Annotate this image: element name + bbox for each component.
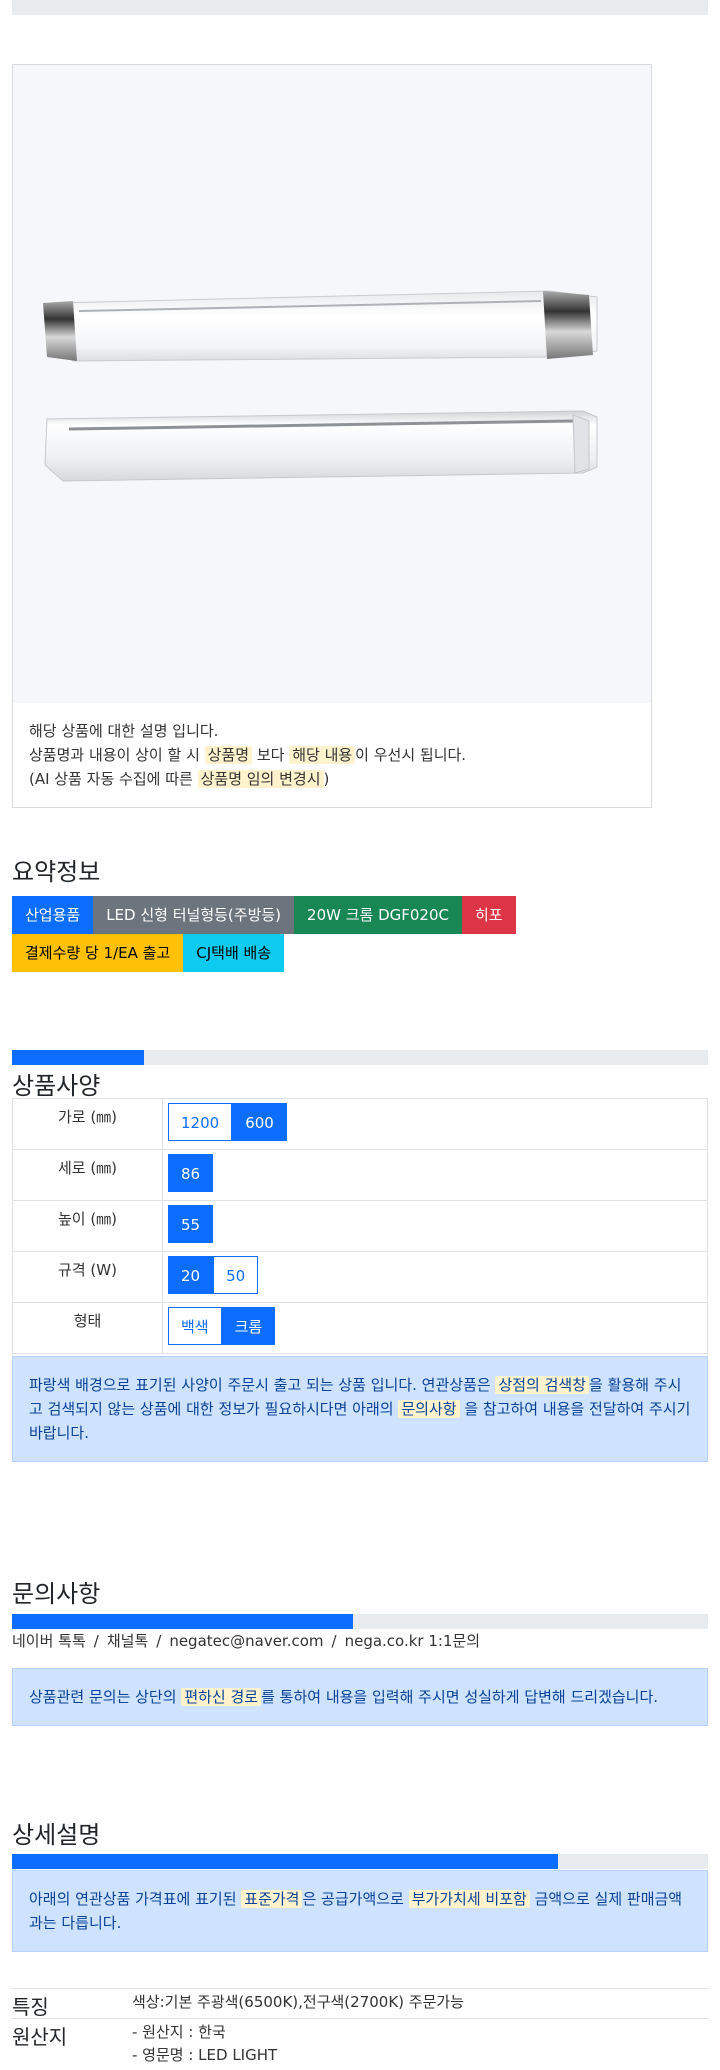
- highlight-rename: 상품명 임의 변경시: [197, 770, 324, 788]
- spec-label-wattage: 규격 (W): [12, 1251, 163, 1303]
- text: ): [323, 770, 330, 788]
- text: (AI 상품 자동 수집에 따른: [29, 770, 198, 788]
- spec-table: 가로 (㎜) 1200 600 세로 (㎜) 86 높이 (㎜) 55 규격 (…: [12, 1098, 708, 1354]
- text: 이 우선시 됩니다.: [355, 746, 467, 764]
- description-line-1: 해당 상품에 대한 설명 입니다.: [29, 722, 219, 740]
- option-wattage-50[interactable]: 50: [213, 1256, 259, 1294]
- spec-row-type: 형태 백색 크롬: [12, 1302, 708, 1354]
- spec-options-width: 1200 600: [162, 1098, 708, 1150]
- text: 를 통하여 내용을 입력해 주시면 성실하게 답변해 드리겠습니다.: [261, 1688, 659, 1706]
- spec-label-depth: 세로 (㎜): [12, 1149, 163, 1201]
- separator: /: [331, 1632, 337, 1650]
- text: 은 공급가액으로: [302, 1890, 409, 1908]
- spec-notice: 파랑색 배경으로 표기된 사양이 주문시 출고 되는 상품 입니다. 연관상품은…: [12, 1356, 708, 1462]
- text: 보다: [252, 746, 290, 764]
- spec-options-wattage: 20 50: [162, 1251, 708, 1303]
- origin-line: - 원산지 : 한국: [132, 2023, 226, 2041]
- badge-quantity: 결제수량 당 1/EA 출고: [12, 934, 184, 972]
- spec-title: 상품사양: [12, 1072, 101, 1100]
- text: 상품관련 문의는 상단의: [29, 1688, 182, 1706]
- detail-row-feature: 특징 색상:기본 주광색(6500K),전구색(2700K) 주문가능: [12, 1988, 708, 2019]
- top-progress-bar: [12, 0, 708, 15]
- option-type-white[interactable]: 백색: [168, 1307, 222, 1345]
- option-wattage-20[interactable]: 20: [168, 1256, 214, 1294]
- detail-title: 상세설명: [12, 1821, 101, 1849]
- detail-key-feature: 특징: [12, 1995, 49, 2019]
- summary-badges: 산업용품 LED 신형 터널형등(주방등) 20W 크롬 DGF020C 히포 …: [12, 896, 572, 972]
- badge-model: 20W 크롬 DGF020C: [294, 896, 462, 934]
- option-width-600[interactable]: 600: [232, 1103, 287, 1141]
- feature-line: 색상:기본 주광색(6500K),전구색(2700K) 주문가능: [132, 1993, 464, 2011]
- highlight-standard-price: 표준가격: [241, 1890, 303, 1908]
- inquiry-notice: 상품관련 문의는 상단의 편하신 경로 를 통하여 내용을 입력해 주시면 성실하…: [12, 1668, 708, 1726]
- email-link[interactable]: negatec@naver.com: [169, 1632, 323, 1650]
- option-depth-86[interactable]: 86: [168, 1154, 214, 1192]
- spec-options-depth: 86: [162, 1149, 708, 1201]
- text: 파랑색 배경으로 표기된 사양이 주문시 출고 되는 상품 입니다. 연관상품은: [29, 1376, 496, 1394]
- badge-category: 산업용품: [12, 896, 94, 934]
- detail-notice: 아래의 연관상품 가격표에 표기된 표준가격 은 공급가액으로 부가가치세 비포함…: [12, 1870, 708, 1952]
- detail-value-feature: 색상:기본 주광색(6500K),전구색(2700K) 주문가능: [132, 1991, 464, 2014]
- english-name-line: - 영문명 : LED LIGHT: [132, 2046, 278, 2064]
- spec-row-width: 가로 (㎜) 1200 600: [12, 1098, 708, 1150]
- highlight-product-name: 상품명: [204, 746, 253, 764]
- highlight-vat-excluded: 부가가치세 비포함: [408, 1890, 530, 1908]
- text: 상품명과 내용이 상이 할 시: [29, 746, 205, 764]
- product-description: 해당 상품에 대한 설명 입니다. 상품명과 내용이 상이 할 시 상품명 보다…: [29, 719, 641, 791]
- site-inquiry-link[interactable]: nega.co.kr 1:1문의: [345, 1632, 481, 1650]
- channel-talk-link[interactable]: 채널톡: [107, 1632, 148, 1650]
- led-tunnel-light-image: [43, 290, 598, 482]
- highlight-store-search: 상점의 검색창: [495, 1376, 590, 1394]
- detail-progress-bar: [12, 1854, 708, 1869]
- spec-label-type: 형태: [12, 1302, 163, 1354]
- text: 아래의 연관상품 가격표에 표기된: [29, 1890, 242, 1908]
- contact-links: 네이버 톡톡 / 채널톡 / negatec@naver.com / nega.co.kr …: [12, 1630, 480, 1651]
- spec-label-width: 가로 (㎜): [12, 1098, 163, 1150]
- naver-talktalk-link[interactable]: 네이버 톡톡: [12, 1632, 86, 1650]
- option-width-1200[interactable]: 1200: [168, 1103, 233, 1141]
- inquiry-title: 문의사항: [12, 1580, 101, 1608]
- spec-row-depth: 세로 (㎜) 86: [12, 1149, 708, 1201]
- spec-progress-fill: [12, 1050, 145, 1065]
- separator: /: [156, 1632, 162, 1650]
- detail-value-origin: - 원산지 : 한국 - 영문명 : LED LIGHT: [132, 2021, 277, 2067]
- badge-product-type: LED 신형 터널형등(주방등): [93, 896, 295, 934]
- spec-row-height: 높이 (㎜) 55: [12, 1200, 708, 1252]
- option-type-chrome[interactable]: 크롬: [221, 1307, 276, 1345]
- highlight-content: 해당 내용: [289, 746, 356, 764]
- badge-brand: 히포: [462, 896, 516, 934]
- inquiry-progress-bar: [12, 1614, 708, 1629]
- highlight-convenient-route: 편하신 경로: [181, 1688, 262, 1706]
- highlight-inquiry: 문의사항: [398, 1400, 460, 1418]
- option-height-55[interactable]: 55: [168, 1205, 214, 1243]
- inquiry-progress-fill: [12, 1614, 354, 1629]
- description-line-2: 상품명과 내용이 상이 할 시 상품명 보다 해당 내용 이 우선시 됩니다.: [29, 743, 641, 767]
- detail-key-origin: 원산지: [12, 2025, 68, 2049]
- description-line-3: (AI 상품 자동 수집에 따른 상품명 임의 변경시): [29, 767, 641, 791]
- spec-options-height: 55: [162, 1200, 708, 1252]
- detail-progress-fill: [12, 1854, 559, 1869]
- spec-progress-bar: [12, 1050, 708, 1065]
- spec-row-wattage: 규격 (W) 20 50: [12, 1251, 708, 1303]
- separator: /: [93, 1632, 99, 1650]
- detail-row-origin: 원산지 - 원산지 : 한국 - 영문명 : LED LIGHT: [12, 2018, 708, 2070]
- spec-label-height: 높이 (㎜): [12, 1200, 163, 1252]
- badge-shipping: CJ택배 배송: [183, 934, 285, 972]
- summary-title: 요약정보: [12, 858, 101, 886]
- product-image: [13, 65, 651, 703]
- product-image-card: 해당 상품에 대한 설명 입니다. 상품명과 내용이 상이 할 시 상품명 보다…: [12, 64, 652, 808]
- spec-options-type: 백색 크롬: [162, 1302, 708, 1354]
